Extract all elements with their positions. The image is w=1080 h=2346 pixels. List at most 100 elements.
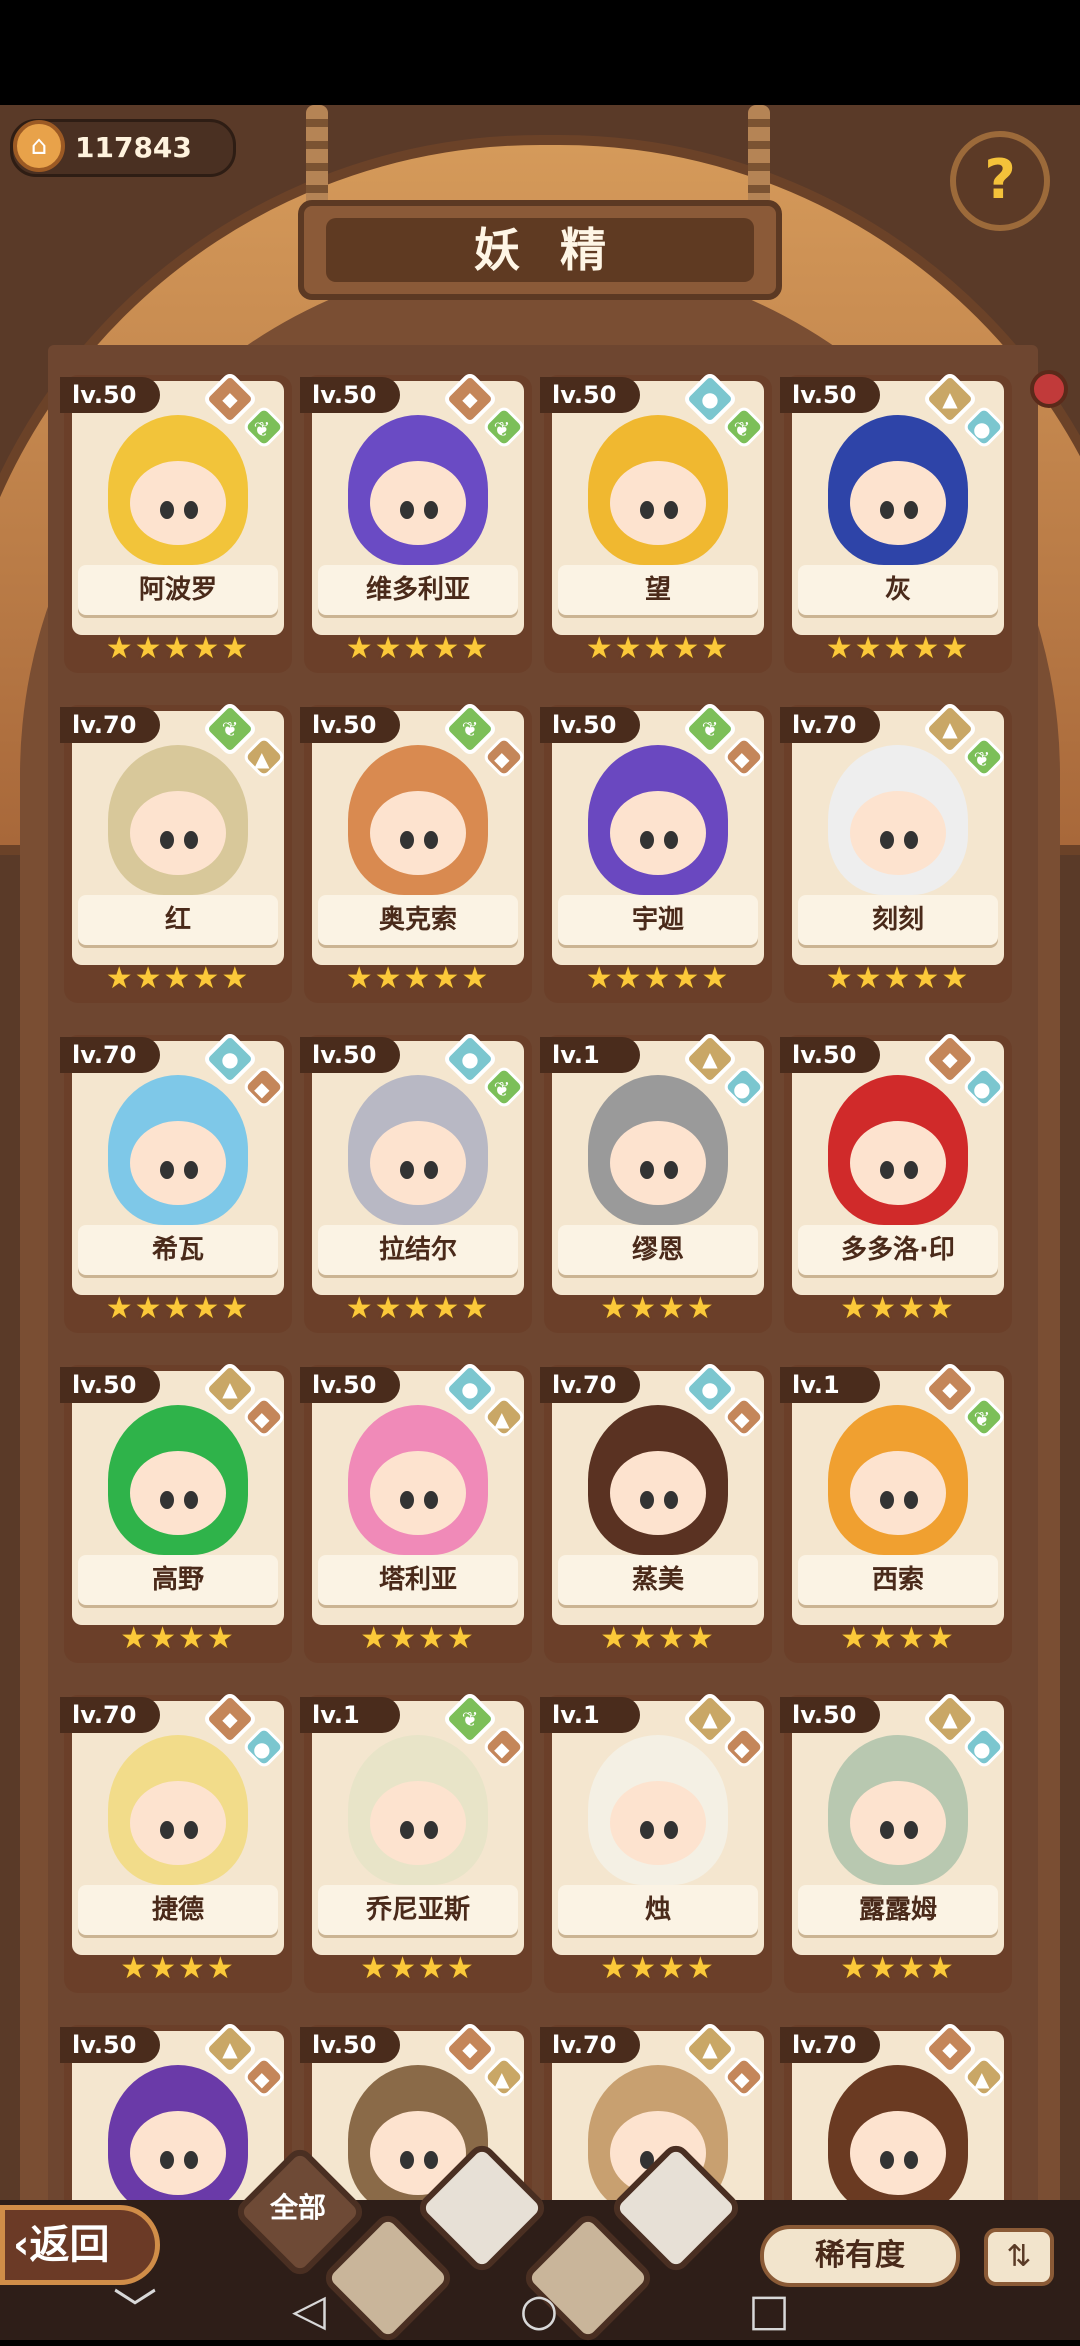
sort-rarity-button[interactable]: 稀有度 — [760, 2225, 960, 2287]
fairy-portrait — [588, 1735, 728, 1885]
fairy-face — [850, 461, 946, 545]
coin-icon: ⌂ — [13, 120, 65, 172]
fairy-card[interactable]: lv.50 ▲ ● 灰 ★★★★★ — [780, 370, 1012, 673]
level-badge: lv.50 — [60, 2027, 160, 2063]
fairy-face — [370, 791, 466, 875]
fairy-name: 蒸美 — [558, 1555, 758, 1605]
page-title: 妖精 — [326, 218, 754, 282]
fairy-card[interactable]: lv.70 ❦ ▲ 红 ★★★★★ — [60, 700, 292, 1003]
fairy-eye — [400, 1491, 414, 1509]
fairy-name: 望 — [558, 565, 758, 615]
coin-amount: 117843 — [75, 131, 192, 164]
star-rating: ★★★★ — [600, 1291, 716, 1326]
fairy-card[interactable]: lv.1 ▲ ◆ 烛 ★★★★ — [540, 1690, 772, 1993]
fairy-eye — [904, 1491, 918, 1509]
fairy-card[interactable]: lv.50 ◆ ● 多多洛·印 ★★★★ — [780, 1030, 1012, 1333]
fairy-name: 烛 — [558, 1885, 758, 1935]
fairy-face — [130, 1121, 226, 1205]
fairy-card[interactable]: lv.70 ◆ ● 捷德 ★★★★ — [60, 1690, 292, 1993]
level-badge: lv.50 — [780, 1697, 880, 1733]
fairy-portrait — [348, 1735, 488, 1885]
star-rating: ★★★★ — [360, 1621, 476, 1656]
star-rating: ★★★★★ — [825, 631, 971, 666]
fairy-portrait — [588, 1405, 728, 1555]
star-rating: ★★★★ — [600, 1951, 716, 1986]
fairy-portrait — [108, 2065, 248, 2215]
fairy-card[interactable]: lv.50 ● ❦ 拉结尔 ★★★★★ — [300, 1030, 532, 1333]
fairy-name: 多多洛·印 — [798, 1225, 998, 1275]
fairy-eye — [904, 831, 918, 849]
fairy-face — [610, 1451, 706, 1535]
fairy-name: 乔尼亚斯 — [318, 1885, 518, 1935]
fairy-card[interactable]: lv.70 ● ◆ 蒸美 ★★★★ — [540, 1360, 772, 1663]
fairy-portrait — [108, 745, 248, 895]
fairy-face — [850, 1121, 946, 1205]
fairy-eye — [880, 831, 894, 849]
star-rating: ★★★★ — [840, 1291, 956, 1326]
level-badge: lv.50 — [780, 377, 880, 413]
level-badge: lv.50 — [60, 377, 160, 413]
star-rating: ★★★★★ — [825, 961, 971, 996]
level-badge: lv.70 — [540, 2027, 640, 2063]
fairy-card[interactable]: lv.1 ◆ ❦ 西索 ★★★★ — [780, 1360, 1012, 1663]
notification-dot[interactable] — [1030, 370, 1068, 408]
fairy-eye — [640, 1491, 654, 1509]
fairy-face — [610, 461, 706, 545]
nav-recents-icon[interactable]: □ — [746, 2288, 792, 2334]
fairy-name: 拉结尔 — [318, 1225, 518, 1275]
fairy-portrait — [348, 1405, 488, 1555]
fairy-card[interactable]: lv.50 ❦ ◆ 宇迦 ★★★★★ — [540, 700, 772, 1003]
level-badge: lv.50 — [300, 1367, 400, 1403]
star-rating: ★★★★★ — [585, 631, 731, 666]
fairy-portrait — [828, 1735, 968, 1885]
fairy-card[interactable]: lv.70 ▲ ❦ 刻刻 ★★★★★ — [780, 700, 1012, 1003]
star-rating: ★★★★★ — [585, 961, 731, 996]
fairy-card[interactable]: lv.70 ● ◆ 希瓦 ★★★★★ — [60, 1030, 292, 1333]
fairy-card[interactable]: lv.50 ◆ ❦ 阿波罗 ★★★★★ — [60, 370, 292, 673]
fairy-eye — [160, 1821, 174, 1839]
fairy-eye — [184, 501, 198, 519]
level-badge: lv.1 — [780, 1367, 880, 1403]
fairy-eye — [664, 501, 678, 519]
star-rating: ★★★★ — [840, 1951, 956, 1986]
fairy-portrait — [828, 2065, 968, 2215]
fairy-name: 奥克索 — [318, 895, 518, 945]
fairy-portrait — [348, 745, 488, 895]
fairy-card[interactable]: lv.1 ▲ ● 缪恩 ★★★★ — [540, 1030, 772, 1333]
fairy-eye — [424, 831, 438, 849]
fairy-card[interactable]: lv.50 ▲ ● 露露姆 ★★★★ — [780, 1690, 1012, 1993]
fairy-card[interactable]: lv.50 ◆ ❦ 维多利亚 ★★★★★ — [300, 370, 532, 673]
nav-back-icon[interactable]: ◁ — [286, 2288, 332, 2334]
fairy-name: 刻刻 — [798, 895, 998, 945]
fairy-eye — [184, 2151, 198, 2169]
fairy-card[interactable]: lv.50 ● ▲ 塔利亚 ★★★★ — [300, 1360, 532, 1663]
fairy-eye — [664, 1161, 678, 1179]
fairy-portrait — [588, 1075, 728, 1225]
fairy-eye — [184, 1821, 198, 1839]
fairy-card[interactable]: lv.1 ❦ ◆ 乔尼亚斯 ★★★★ — [300, 1690, 532, 1993]
fairy-eye — [904, 1821, 918, 1839]
filter-all-label: 全部 — [269, 2191, 326, 2224]
fairy-card[interactable]: lv.50 ▲ ◆ 高野 ★★★★ — [60, 1360, 292, 1663]
fairy-card[interactable]: lv.50 ● ❦ 望 ★★★★★ — [540, 370, 772, 673]
fairy-card[interactable]: lv.50 ❦ ◆ 奥克索 ★★★★★ — [300, 700, 532, 1003]
fairy-eye — [400, 501, 414, 519]
fairy-face — [610, 1121, 706, 1205]
fairy-face — [370, 1781, 466, 1865]
fairy-eye — [184, 1491, 198, 1509]
fairy-portrait — [108, 1405, 248, 1555]
fairy-eye — [880, 1491, 894, 1509]
back-button[interactable]: ‹返回 — [0, 2205, 160, 2285]
sort-order-icon[interactable]: ⇅ — [984, 2228, 1054, 2286]
fairy-eye — [160, 1491, 174, 1509]
level-badge: lv.1 — [540, 1697, 640, 1733]
fairy-name: 宇迦 — [558, 895, 758, 945]
nav-home-icon[interactable]: ○ — [516, 2288, 562, 2334]
level-badge: lv.50 — [780, 1037, 880, 1073]
fairy-face — [130, 461, 226, 545]
help-button[interactable]: ? — [950, 131, 1050, 231]
fairy-eye — [160, 1161, 174, 1179]
fairy-name: 西索 — [798, 1555, 998, 1605]
fairy-eye — [184, 831, 198, 849]
nav-collapse-icon[interactable]: ﹀ — [112, 2288, 158, 2334]
